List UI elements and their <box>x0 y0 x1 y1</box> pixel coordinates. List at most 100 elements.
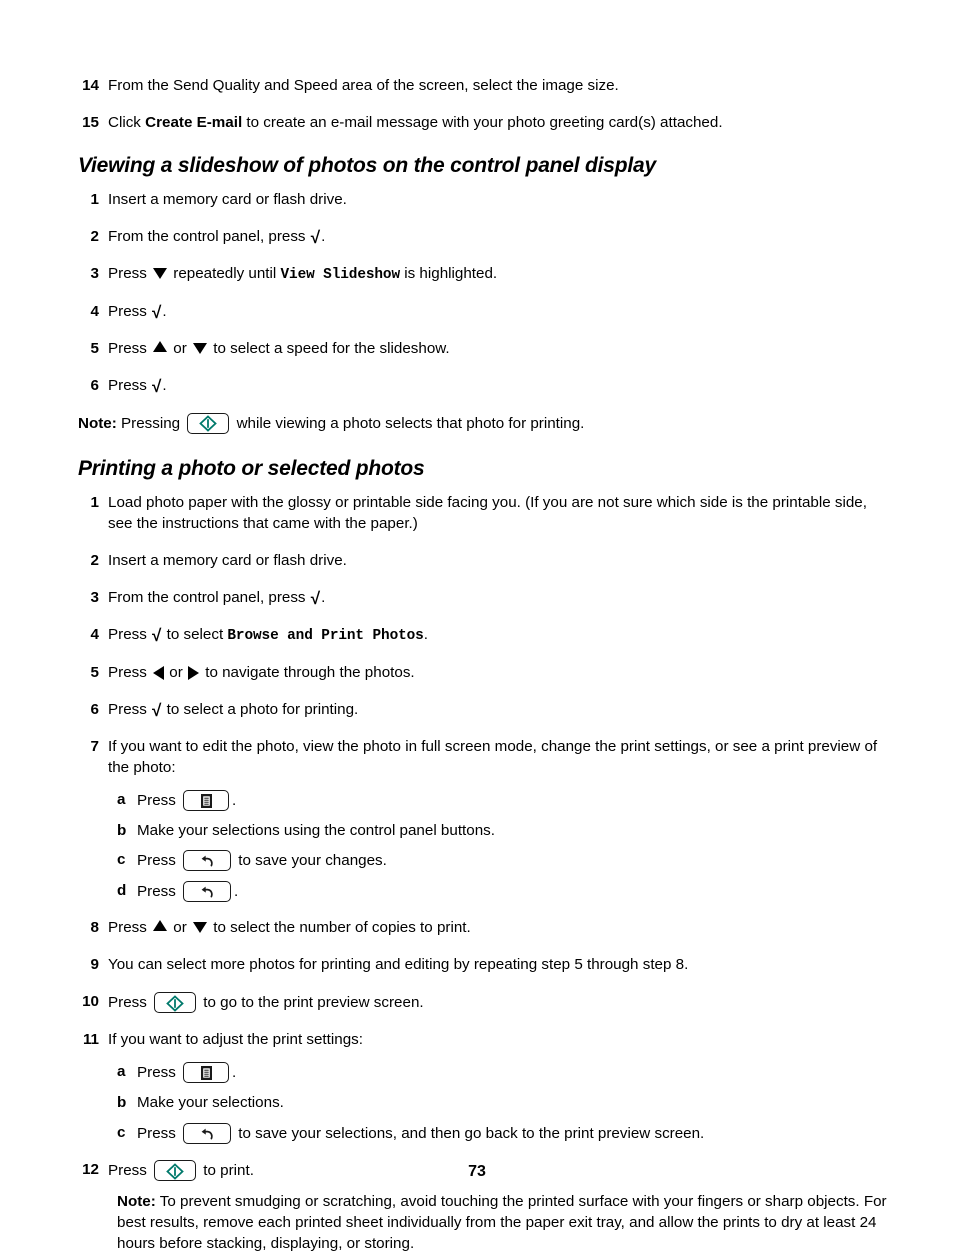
step-text-suffix: to select a photo for printing. <box>162 700 359 718</box>
check-icon: √ <box>310 588 321 608</box>
step-text-suffix: . <box>162 376 167 394</box>
substep-letter: d <box>117 882 127 900</box>
step-text: Press repeatedly until View Slideshow is… <box>108 264 892 286</box>
step-text: From the Send Quality and Speed area of … <box>108 76 892 97</box>
substep-text: Press to save your changes. <box>137 850 892 872</box>
substep-letter: c <box>117 1124 126 1142</box>
step-text: If you want to edit the photo, view the … <box>108 737 892 779</box>
step-text-prefix: Press <box>108 265 152 283</box>
step-text: Press √. <box>108 376 892 397</box>
step-row: 5 Press or to select a speed for the sli… <box>78 339 892 360</box>
up-arrow-icon <box>153 340 168 352</box>
view-slideshow-menu-label: View Slideshow <box>280 267 401 284</box>
substep-text: Make your selections using the control p… <box>137 821 892 842</box>
step-text-prefix: Press <box>108 302 152 320</box>
step-text: Press to go to the print preview screen. <box>108 992 892 1014</box>
substep-row: b Make your selections using the control… <box>78 821 892 842</box>
step-text: Load photo paper with the glossy or prin… <box>108 493 892 535</box>
step-text-content: Load photo paper with the glossy or prin… <box>108 493 867 532</box>
substep-letter: c <box>117 851 126 869</box>
page-title-slideshow: Viewing a slideshow of photos on the con… <box>78 153 657 177</box>
substep-letter: b <box>117 1094 127 1112</box>
check-icon: √ <box>152 376 162 396</box>
step-row: 14 From the Send Quality and Speed area … <box>78 76 892 97</box>
substep-letter: b <box>117 821 127 839</box>
back-button-icon <box>183 881 232 903</box>
step-text-suffix: . <box>321 588 326 606</box>
step-text: Press or to navigate through the photos. <box>108 663 892 684</box>
step-text-suffix: . <box>423 625 428 643</box>
step-row: 15 Click Create E-mail to create an e-ma… <box>78 113 892 134</box>
step-text-mid: or <box>165 663 187 681</box>
step-row: 4 Press √. <box>78 302 892 323</box>
page-title-printing: Printing a photo or selected photos <box>78 456 425 480</box>
step-row: 11 If you want to adjust the print setti… <box>78 1030 892 1051</box>
step-row: 1 Load photo paper with the glossy or pr… <box>78 493 892 535</box>
create-email-label: Create E-mail <box>145 113 243 131</box>
step-row: 3 From the control panel, press √. <box>78 588 892 609</box>
substep-text-suffix: . <box>232 791 237 809</box>
step-row: 2 From the control panel, press √. <box>78 227 892 248</box>
step-text-prefix: Press <box>108 663 152 681</box>
right-arrow-icon <box>188 665 199 680</box>
step-text: Press √. <box>108 302 892 323</box>
substep-text-content: Make your selections. <box>137 1094 284 1112</box>
menu-button-icon <box>183 789 230 811</box>
step-text-prefix: From the control panel, press <box>108 228 310 246</box>
step-text: Press √ to select Browse and Print Photo… <box>108 625 892 647</box>
step-number: 14 <box>82 77 99 94</box>
step-row: 3 Press repeatedly until View Slideshow … <box>78 264 892 286</box>
step-number: 7 <box>90 737 99 755</box>
substep-text-prefix: Press <box>137 1064 181 1082</box>
step-text-suffix: to go to the print preview screen. <box>199 994 424 1012</box>
step-text-prefix: Click <box>108 113 146 131</box>
substep-row: c Press to save your selections, and the… <box>78 1123 892 1145</box>
step-number: 15 <box>82 113 99 131</box>
substep-letter: a <box>117 790 126 808</box>
back-button-icon <box>183 850 232 872</box>
substep-text: Press . <box>137 789 892 812</box>
step-text-content: You can select more photos for printing … <box>108 956 689 974</box>
note-printing: Note: To prevent smudging or scratching,… <box>78 1192 892 1255</box>
substep-text-suffix: . <box>234 883 239 901</box>
step-text-content: Insert a memory card or flash drive. <box>108 551 347 569</box>
note-slideshow: Note: Pressing while viewing a photo sel… <box>78 412 892 435</box>
menu-button-icon <box>183 1062 230 1084</box>
step-number: 6 <box>90 376 99 394</box>
step-text-prefix: Press <box>108 700 152 718</box>
step-text: Insert a memory card or flash drive. <box>108 190 892 211</box>
step-text-mid: repeatedly until <box>169 265 281 283</box>
check-icon: √ <box>152 625 162 645</box>
substep-row: a Press . <box>78 789 892 812</box>
step-number: 8 <box>90 919 99 937</box>
step-row: 6 Press √. <box>78 376 892 397</box>
down-arrow-icon <box>153 268 168 280</box>
step-text: Press √ to select a photo for printing. <box>108 700 892 721</box>
substep-row: d Press . <box>78 881 892 903</box>
step-text-prefix: Press <box>108 339 152 357</box>
down-arrow-icon <box>193 342 207 354</box>
substep-text: Make your selections. <box>137 1093 892 1114</box>
step-text-suffix: to select a speed for the slideshow. <box>209 339 450 357</box>
page-number: 73 <box>468 1163 486 1180</box>
step-row: 10 Press to go to the print preview scre… <box>78 992 892 1014</box>
step-text-mid: or <box>169 339 191 357</box>
check-icon: √ <box>310 228 321 248</box>
note-suffix: while viewing a photo selects that photo… <box>232 414 585 432</box>
step-number: 1 <box>90 493 99 511</box>
step-number: 3 <box>90 265 99 283</box>
step-text: Click Create E-mail to create an e-mail … <box>108 113 892 134</box>
step-number: 1 <box>90 191 99 209</box>
step-text-prefix: Press <box>108 625 152 643</box>
step-text-mid: to select <box>162 625 228 643</box>
substep-text-content: Make your selections using the control p… <box>137 821 495 839</box>
substep-text-suffix: . <box>232 1064 237 1082</box>
left-arrow-icon <box>153 665 165 680</box>
step-row: 2 Insert a memory card or flash drive. <box>78 551 892 572</box>
step-text-suffix: to create an e-mail message with your ph… <box>242 113 723 131</box>
step-row: 8 Press or to select the number of copie… <box>78 918 892 939</box>
step-row: 6 Press √ to select a photo for printing… <box>78 700 892 721</box>
step-number: 9 <box>90 956 99 974</box>
step-row: 9 You can select more photos for printin… <box>78 955 892 976</box>
back-button-icon <box>183 1123 232 1145</box>
